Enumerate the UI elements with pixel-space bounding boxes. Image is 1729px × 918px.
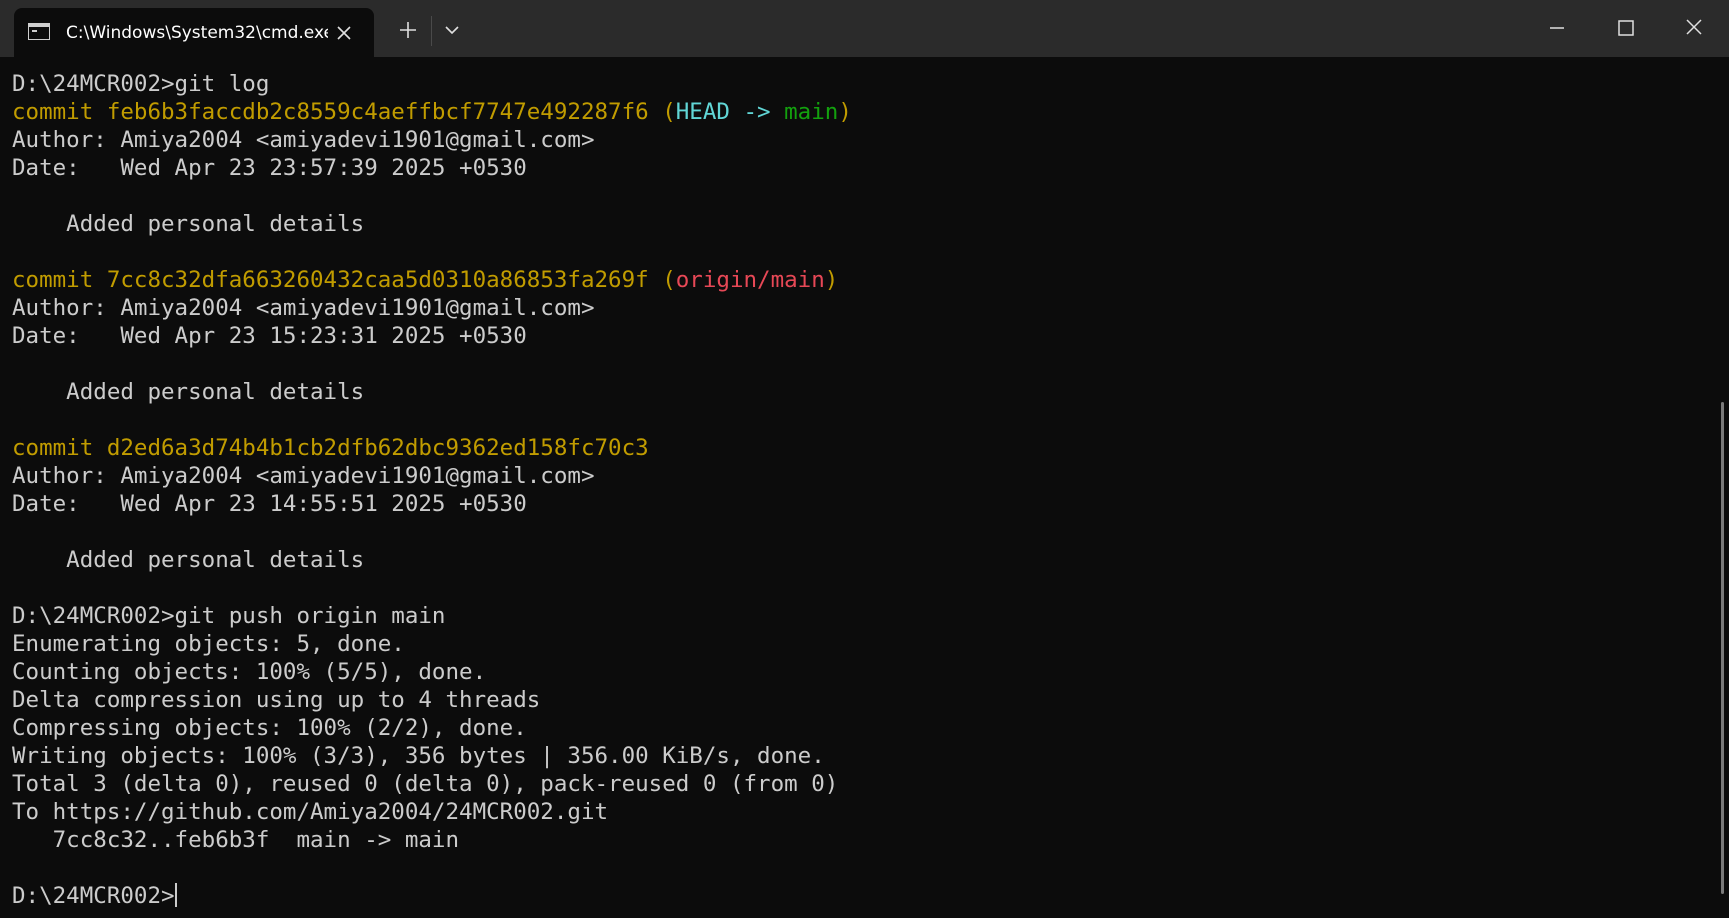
terminal-line: Added personal details (12, 546, 852, 574)
terminal-text: main (784, 99, 839, 125)
close-window-button[interactable] (1669, 8, 1719, 48)
terminal-text: commit 7cc8c32dfa663260432caa5d0310a8685… (12, 267, 676, 293)
terminal-line: Counting objects: 100% (5/5), done. (12, 658, 852, 686)
plus-icon (400, 22, 416, 38)
terminal-text: D:\24MCR002> (12, 883, 175, 909)
chevron-down-icon (445, 26, 459, 35)
terminal-line: Total 3 (delta 0), reused 0 (delta 0), p… (12, 770, 852, 798)
terminal-text: HEAD -> (675, 99, 785, 125)
terminal-text: D:\24MCR002>git log (12, 71, 270, 97)
terminal-line: Date: Wed Apr 23 15:23:31 2025 +0530 (12, 322, 852, 350)
terminal-text: commit d2ed6a3d74b4b1cb2dfb62dbc9362ed15… (12, 435, 649, 461)
terminal-line: commit feb6b3faccdb2c8559c4aeffbcf7747e4… (12, 98, 852, 126)
terminal-line: Added personal details (12, 378, 852, 406)
terminal-line: D:\24MCR002> (12, 882, 852, 910)
terminal-line: Enumerating objects: 5, done. (12, 630, 852, 658)
terminal-text: Enumerating objects: 5, done. (12, 631, 405, 657)
terminal-line: D:\24MCR002>git push origin main (12, 602, 852, 630)
terminal-text: Counting objects: 100% (5/5), done. (12, 659, 487, 685)
terminal-text: commit feb6b3faccdb2c8559c4aeffbcf7747e4… (12, 99, 676, 125)
tab-dropdown-button[interactable] (436, 14, 468, 46)
terminal-line: commit 7cc8c32dfa663260432caa5d0310a8685… (12, 266, 852, 294)
terminal-text: Date: Wed Apr 23 15:23:31 2025 +0530 (12, 323, 527, 349)
terminal-line: Writing objects: 100% (3/3), 356 bytes |… (12, 742, 852, 770)
terminal-line: Date: Wed Apr 23 23:57:39 2025 +0530 (12, 154, 852, 182)
terminal-text: Date: Wed Apr 23 14:55:51 2025 +0530 (12, 491, 527, 517)
terminal-text: Compressing objects: 100% (2/2), done. (12, 715, 527, 741)
terminal-line: commit d2ed6a3d74b4b1cb2dfb62dbc9362ed15… (12, 434, 852, 462)
terminal-text: Author: Amiya2004 <amiyadevi1901@gmail.c… (12, 127, 595, 153)
terminal-line: To https://github.com/Amiya2004/24MCR002… (12, 798, 852, 826)
terminal-text: 7cc8c32..feb6b3f main -> main (12, 827, 460, 853)
terminal-text: Author: Amiya2004 <amiyadevi1901@gmail.c… (12, 295, 595, 321)
close-icon (337, 26, 351, 40)
maximize-icon (1618, 20, 1634, 36)
title-bar[interactable]: C:\Windows\System32\cmd.exe (0, 0, 1729, 57)
titlebar-divider (431, 16, 432, 46)
tab-cmd[interactable]: C:\Windows\System32\cmd.exe (14, 8, 374, 57)
new-tab-button[interactable] (392, 14, 424, 46)
terminal-text: To https://github.com/Amiya2004/24MCR002… (12, 799, 609, 825)
terminal-text: Added personal details (12, 211, 365, 237)
terminal-line: D:\24MCR002>git log (12, 70, 852, 98)
terminal-text: Date: Wed Apr 23 23:57:39 2025 +0530 (12, 155, 527, 181)
terminal-icon (28, 23, 50, 40)
minimize-button[interactable] (1532, 8, 1582, 48)
terminal-line: Added personal details (12, 210, 852, 238)
minimize-icon (1550, 27, 1564, 29)
terminal-line: Author: Amiya2004 <amiyadevi1901@gmail.c… (12, 294, 852, 322)
terminal-text: ) (824, 267, 839, 293)
maximize-button[interactable] (1600, 8, 1650, 48)
terminal-line: Author: Amiya2004 <amiyadevi1901@gmail.c… (12, 462, 852, 490)
terminal-text: Author: Amiya2004 <amiyadevi1901@gmail.c… (12, 463, 595, 489)
terminal-line: Date: Wed Apr 23 14:55:51 2025 +0530 (12, 490, 852, 518)
terminal-line: Delta compression using up to 4 threads (12, 686, 852, 714)
text-cursor (174, 883, 177, 907)
terminal-text: origin/main (675, 267, 825, 293)
terminal-text: Added personal details (12, 547, 365, 573)
terminal-line: Author: Amiya2004 <amiyadevi1901@gmail.c… (12, 126, 852, 154)
terminal-text: Total 3 (delta 0), reused 0 (delta 0), p… (12, 771, 839, 797)
terminal-text: Writing objects: 100% (3/3), 356 bytes |… (12, 743, 825, 769)
terminal-output[interactable]: D:\24MCR002>git log commit feb6b3faccdb2c… (12, 70, 852, 910)
scrollbar-thumb[interactable] (1721, 402, 1724, 894)
terminal-line: Compressing objects: 100% (2/2), done. (12, 714, 852, 742)
close-icon (1686, 19, 1702, 35)
tab-close-button[interactable] (332, 21, 356, 45)
terminal-line: 7cc8c32..feb6b3f main -> main (12, 826, 852, 854)
terminal-text: ) (838, 99, 852, 125)
terminal-window: C:\Windows\System32\cmd.exe D:\24MCR002>… (0, 0, 1729, 918)
terminal-text: D:\24MCR002>git push origin main (12, 603, 446, 629)
tab-title: C:\Windows\System32\cmd.exe (66, 23, 328, 43)
terminal-text: Delta compression using up to 4 threads (12, 687, 541, 713)
terminal-text: Added personal details (12, 379, 365, 405)
